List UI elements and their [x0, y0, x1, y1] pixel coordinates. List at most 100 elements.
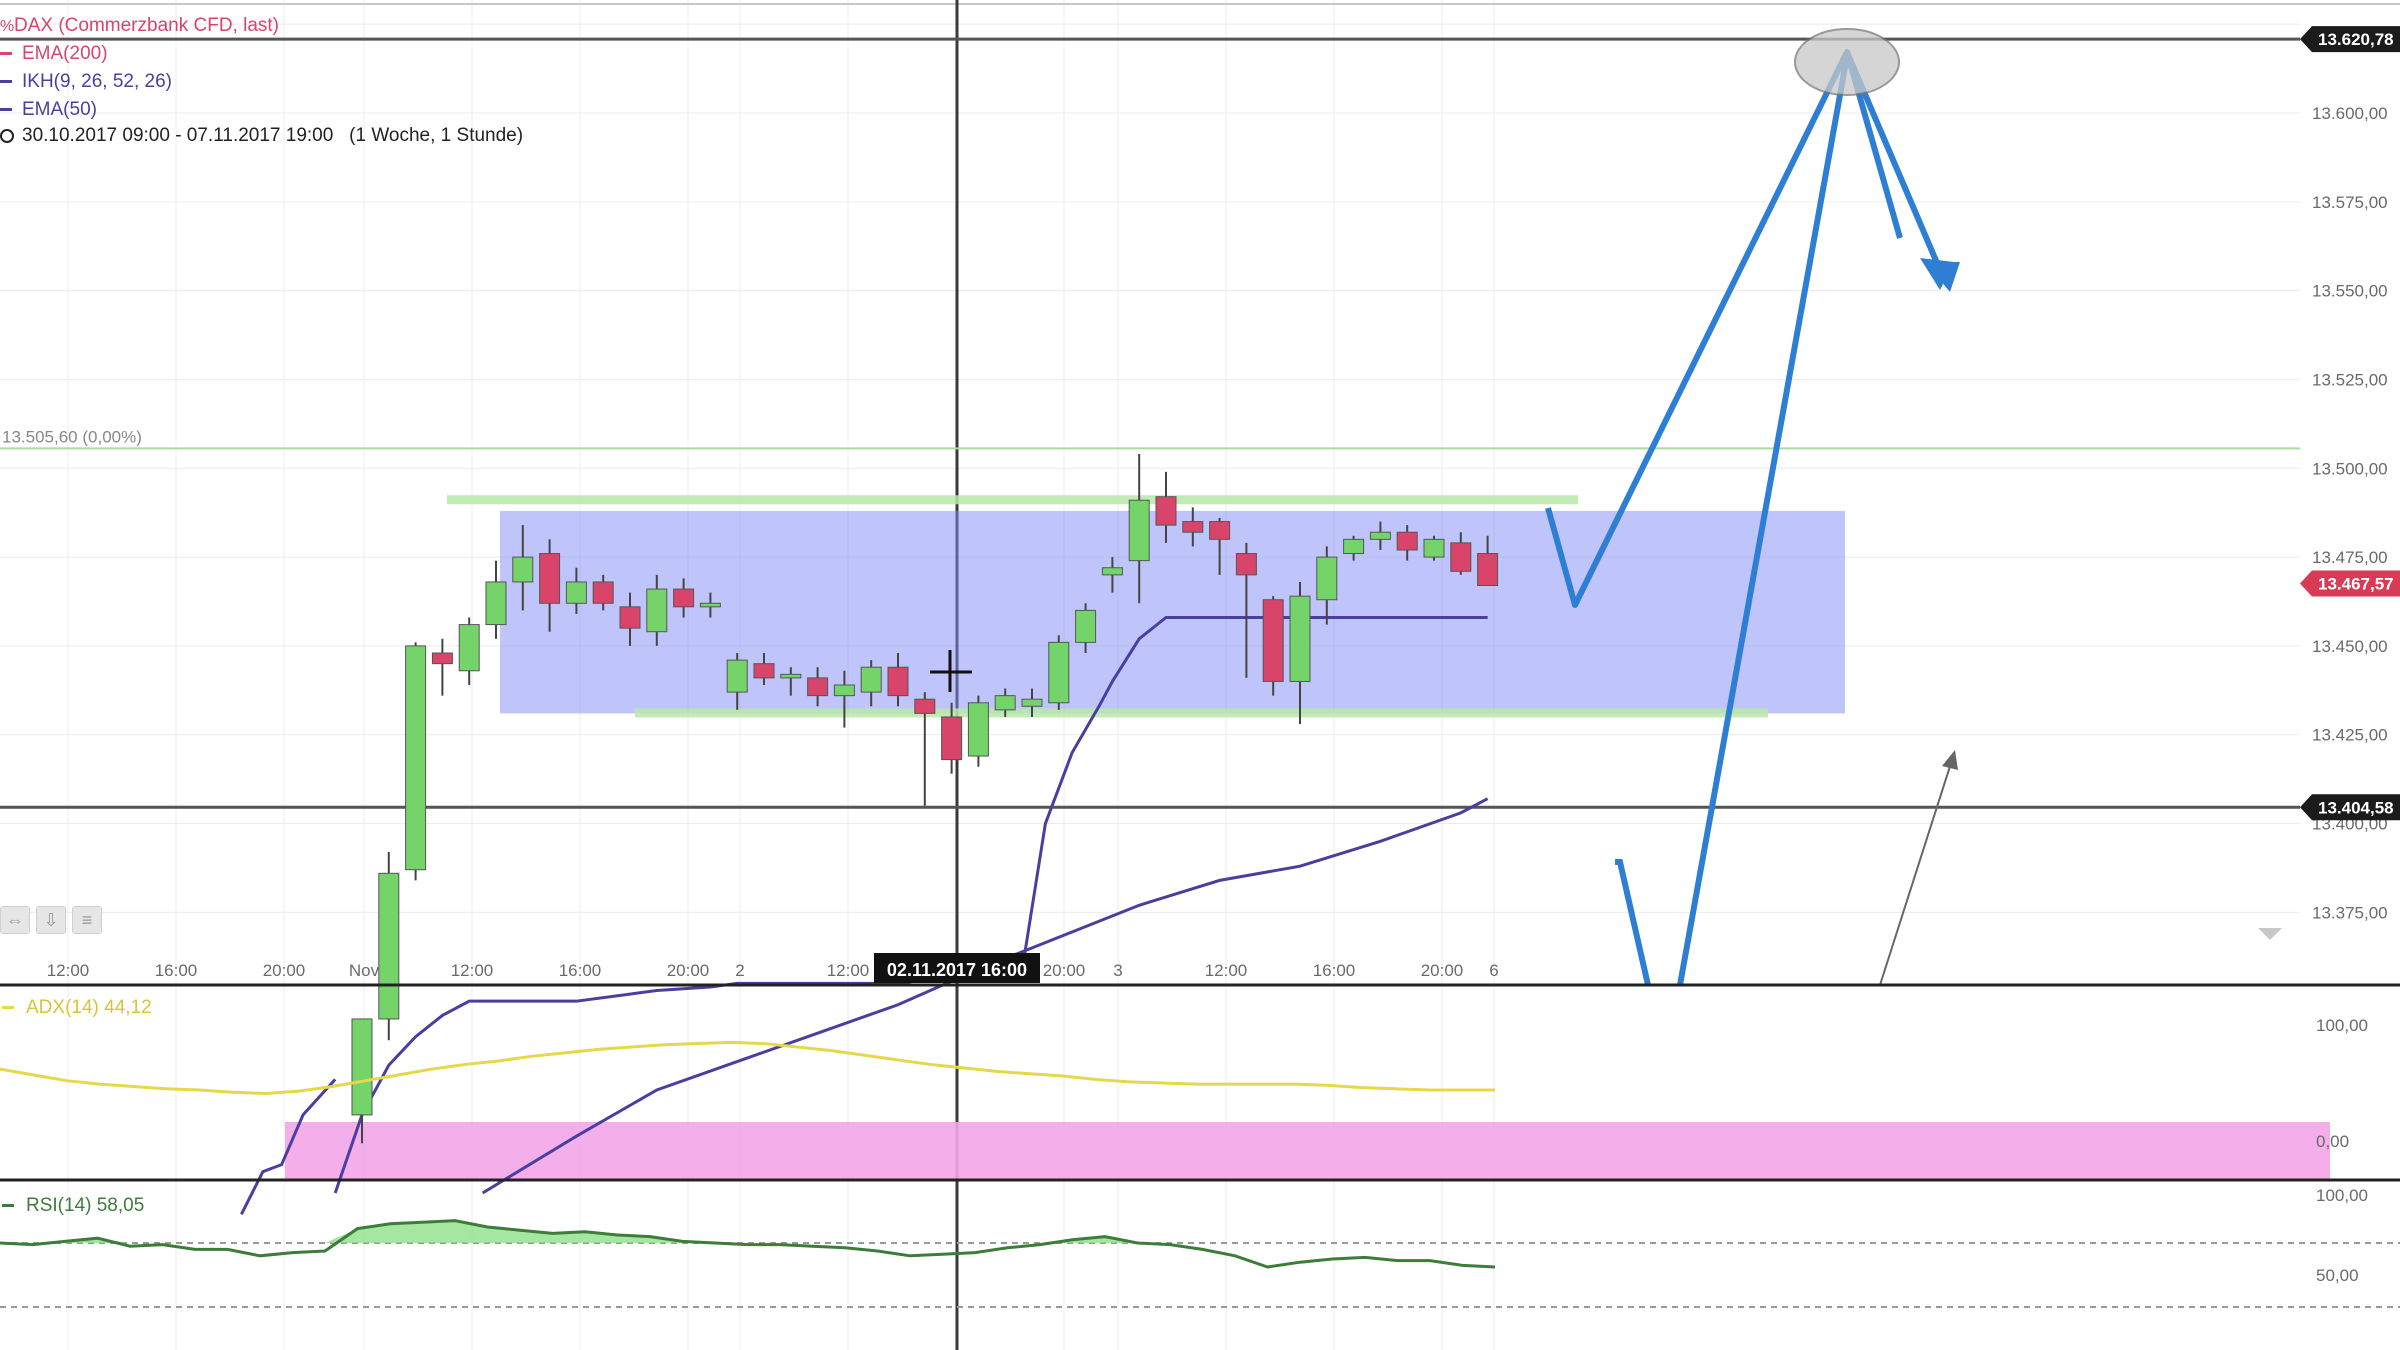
candle [780, 673, 802, 679]
ikh-swatch-icon [0, 80, 12, 84]
candle [646, 588, 668, 633]
price-tag-label: 13.404,58 [2318, 798, 2394, 817]
ema50-swatch-icon [0, 108, 12, 112]
time-tick-label: 3 [1113, 961, 1122, 980]
percent-icon: % [0, 18, 15, 35]
time-tick-label: 12:00 [47, 961, 90, 980]
download-icon: ⇩ [43, 910, 59, 930]
candle [458, 624, 480, 672]
candle [1235, 553, 1257, 576]
candle [699, 602, 721, 608]
candle [1262, 599, 1284, 682]
price-tick-label: 13.550,00 [2312, 282, 2388, 301]
candle [539, 553, 561, 604]
candle [833, 684, 855, 697]
trading-chart[interactable]: 13.505,60 (0,00%) 13.600,00 13.575,00 13.5… [0, 0, 2400, 1350]
candle [1128, 499, 1150, 562]
adx-title: ADX(14) 44,12 [26, 997, 152, 1018]
chart-zones: 13.505,60 (0,00%) [0, 37, 2330, 1179]
time-tick-label: 20:00 [263, 961, 306, 980]
time-tick-label: 16:00 [559, 961, 602, 980]
candle [887, 666, 909, 697]
candle [565, 581, 587, 604]
price-tick-label: 13.375,00 [2312, 903, 2388, 922]
time-tick-label: 16:00 [1313, 961, 1356, 980]
candle [1155, 496, 1177, 526]
time-tick-label: 20:00 [667, 961, 710, 980]
dropdown-marker-icon [2258, 928, 2282, 940]
candle [1075, 609, 1097, 643]
time-tick-label: 20:00 [1421, 961, 1464, 980]
menu-button[interactable]: ≡ [72, 906, 102, 934]
legend-instrument: %DAX (Commerzbank CFD, last) [0, 15, 279, 37]
target-ellipse [1794, 28, 1900, 96]
time-tick-label: 12:00 [1205, 961, 1248, 980]
reference-line-label: 13.505,60 (0,00%) [2, 427, 142, 446]
candle [1209, 521, 1231, 540]
candle [1048, 641, 1070, 704]
candle [592, 581, 614, 604]
rsi-overbought-area [0, 1220, 1495, 1243]
candle [1021, 698, 1043, 707]
price-tick-label: 13.525,00 [2312, 370, 2388, 389]
candle [378, 872, 400, 1020]
candle [1343, 538, 1365, 555]
candle [485, 581, 507, 626]
candle [512, 556, 534, 583]
price-tick-label: 13.600,00 [2312, 104, 2388, 123]
range-top-band [447, 495, 1578, 505]
ema200-swatch-icon [0, 52, 12, 56]
legend-period-range: 30.10.2017 09:00 - 07.11.2017 19:00 [22, 125, 334, 146]
legend-ikh: IKH(9, 26, 52, 26) [0, 71, 172, 93]
adx-line [0, 1040, 1495, 1095]
rsi-tick-label: 100,00 [2316, 1186, 2368, 1205]
candle [1316, 556, 1338, 601]
price-tick-label: 13.425,00 [2312, 726, 2388, 745]
download-button[interactable]: ⇩ [36, 906, 66, 934]
candle [1396, 531, 1418, 551]
price-tick-label: 13.475,00 [2312, 548, 2388, 567]
legend-period-interval: (1 Woche, 1 Stunde) [349, 125, 524, 146]
candle [1477, 553, 1499, 587]
legend-ema50: EMA(50) [0, 99, 97, 121]
candle [1289, 595, 1311, 682]
arrow-head [1942, 750, 1958, 770]
time-tick-label: Nov [349, 961, 380, 980]
time-tick-label: 12:00 [451, 961, 494, 980]
candle [753, 663, 775, 679]
time-tick-label: 2 [735, 961, 744, 980]
candle [431, 652, 453, 665]
range-bottom-band [635, 708, 1768, 718]
candle [1101, 567, 1123, 576]
legend-ema200: EMA(200) [0, 43, 108, 65]
arrow-head [1925, 262, 1960, 292]
candle [967, 702, 989, 757]
legend-ikh-label: IKH(9, 26, 52, 26) [22, 71, 172, 92]
candle [673, 588, 695, 608]
legend-ema200-label: EMA(200) [22, 43, 108, 64]
scroll-icon: ⇔ [6, 910, 24, 930]
candle [914, 698, 936, 714]
legend-instrument-label: DAX (Commerzbank CFD, last) [14, 15, 279, 36]
price-tick-label: 13.500,00 [2312, 459, 2388, 478]
time-tick-label: 12:00 [827, 961, 870, 980]
rsi-tick-label: 50,00 [2316, 1266, 2359, 1285]
support-zone [285, 1121, 2330, 1179]
candle [405, 645, 427, 871]
time-tick-label: 6 [1489, 961, 1498, 980]
scroll-left-button[interactable]: ⇔ [0, 906, 30, 934]
price-tick-label: 13.450,00 [2312, 637, 2388, 656]
adx-tick-label: 0,00 [2316, 1132, 2349, 1151]
legend-period: 30.10.2017 09:00 - 07.11.2017 19:00 (1 W… [0, 125, 523, 147]
candle [726, 659, 748, 693]
menu-icon: ≡ [81, 910, 93, 930]
price-tag-label: 13.620,78 [2318, 30, 2394, 49]
price-tick-label: 13.575,00 [2312, 193, 2388, 212]
axes: 13.600,00 13.575,00 13.550,00 13.525,00 13.5… [0, 26, 2400, 987]
legend-ema50-label: EMA(50) [22, 99, 97, 120]
scenario-line-left [1615, 859, 1651, 986]
candle [1423, 538, 1445, 558]
candle [1369, 531, 1391, 540]
price-tag-label: 13.467,57 [2318, 574, 2394, 593]
adx-tick-label: 100,00 [2316, 1016, 2368, 1035]
